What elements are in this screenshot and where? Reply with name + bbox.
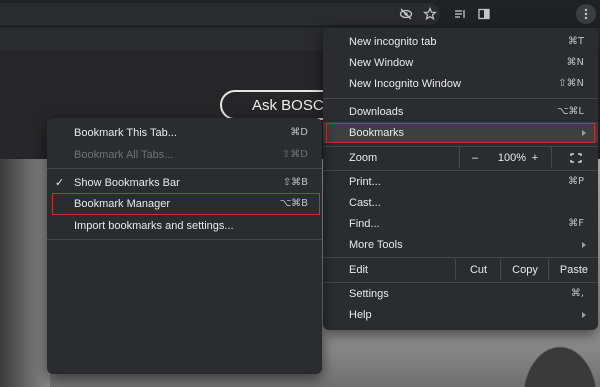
menu-separator (47, 168, 322, 169)
star-icon[interactable] (420, 4, 440, 24)
menu-item-label: Print... (349, 175, 381, 188)
browser-toolbar (0, 0, 600, 29)
menu-separator (47, 239, 322, 240)
menu-item-cast[interactable]: Cast... (323, 192, 598, 213)
menu-item-find[interactable]: Find... ⌘F (323, 213, 598, 234)
zoom-out-button[interactable]: – (459, 147, 490, 168)
fullscreen-button[interactable] (551, 147, 599, 168)
menu-item-settings[interactable]: Settings ⌘, (323, 283, 598, 304)
menu-item-label: Downloads (349, 105, 404, 118)
menu-item-shortcut: ⌘P (567, 176, 584, 187)
menu-item-label: Cast... (349, 196, 381, 209)
menu-item-shortcut: ⌥⌘L (556, 106, 584, 117)
menu-item-zoom: Zoom – 100% + (323, 147, 598, 168)
menu-item-downloads[interactable]: Downloads ⌥⌘L (323, 101, 598, 122)
bookmarks-submenu: Bookmark This Tab... ⌘D Bookmark All Tab… (47, 118, 322, 374)
menu-separator (323, 257, 598, 258)
cut-button[interactable]: Cut (455, 259, 501, 280)
submenu-arrow-icon (582, 241, 586, 248)
submenu-item-label: Show Bookmarks Bar (74, 176, 180, 189)
bookmarks-highlight-box (326, 123, 595, 143)
submenu-arrow-icon (582, 311, 586, 318)
paste-button[interactable]: Paste (548, 259, 599, 280)
bookmark-manager-highlight-box (52, 193, 320, 215)
submenu-item-import-bookmarks[interactable]: Import bookmarks and settings... (47, 215, 322, 236)
menu-item-new-incognito-tab[interactable]: New incognito tab ⌘T (323, 31, 598, 52)
photo-shade (0, 159, 50, 387)
menu-item-shortcut: ⌘, (570, 288, 584, 299)
submenu-item-label: Import bookmarks and settings... (74, 219, 234, 232)
menu-item-shortcut: ⌘F (568, 218, 584, 229)
submenu-item-shortcut: ⇧⌘B (282, 177, 308, 188)
menu-separator (323, 98, 598, 99)
menu-item-label: More Tools (349, 238, 403, 251)
menu-item-shortcut: ⇧⌘N (558, 78, 584, 89)
side-panel-icon[interactable] (474, 4, 494, 24)
menu-item-edit: Edit Cut Copy Paste (323, 259, 598, 280)
menu-item-label: Edit (349, 263, 368, 276)
copy-button[interactable]: Copy (500, 259, 549, 280)
menu-item-help[interactable]: Help (323, 304, 598, 325)
menu-item-shortcut: ⌘N (566, 57, 584, 68)
submenu-item-shortcut: ⇧⌘D (281, 149, 308, 160)
submenu-item-label: Bookmark This Tab... (74, 126, 177, 139)
submenu-item-label: Bookmark All Tabs... (74, 148, 174, 161)
menu-item-shortcut: ⌘T (567, 36, 584, 47)
menu-item-label: Help (349, 308, 372, 321)
menu-item-label: New Incognito Window (349, 77, 461, 90)
chrome-menu: New incognito tab ⌘T New Window ⌘N New I… (323, 28, 598, 330)
zoom-in-button[interactable]: + (525, 147, 545, 168)
checkmark-icon: ✓ (55, 177, 65, 189)
menu-item-print[interactable]: Print... ⌘P (323, 171, 598, 192)
fullscreen-icon (569, 152, 582, 163)
more-vert-icon[interactable] (576, 4, 596, 24)
submenu-item-bookmark-this-tab[interactable]: Bookmark This Tab... ⌘D (47, 122, 322, 143)
menu-item-label: New Window (349, 56, 414, 69)
submenu-item-bookmark-all-tabs: Bookmark All Tabs... ⇧⌘D (47, 144, 322, 165)
eye-off-icon[interactable] (396, 4, 416, 24)
menu-item-new-incognito-window[interactable]: New Incognito Window ⇧⌘N (323, 73, 598, 94)
address-bar[interactable] (0, 3, 440, 25)
menu-item-label: Settings (349, 287, 389, 300)
submenu-item-shortcut: ⌘D (290, 127, 308, 138)
submenu-item-show-bookmarks-bar[interactable]: ✓ Show Bookmarks Bar ⇧⌘B (47, 172, 322, 193)
menu-item-label: Zoom (349, 151, 378, 164)
menu-item-label: New incognito tab (349, 35, 437, 48)
menu-item-new-window[interactable]: New Window ⌘N (323, 52, 598, 73)
menu-item-more-tools[interactable]: More Tools (323, 234, 598, 255)
reading-list-icon[interactable] (450, 4, 470, 24)
menu-item-label: Find... (349, 217, 380, 230)
